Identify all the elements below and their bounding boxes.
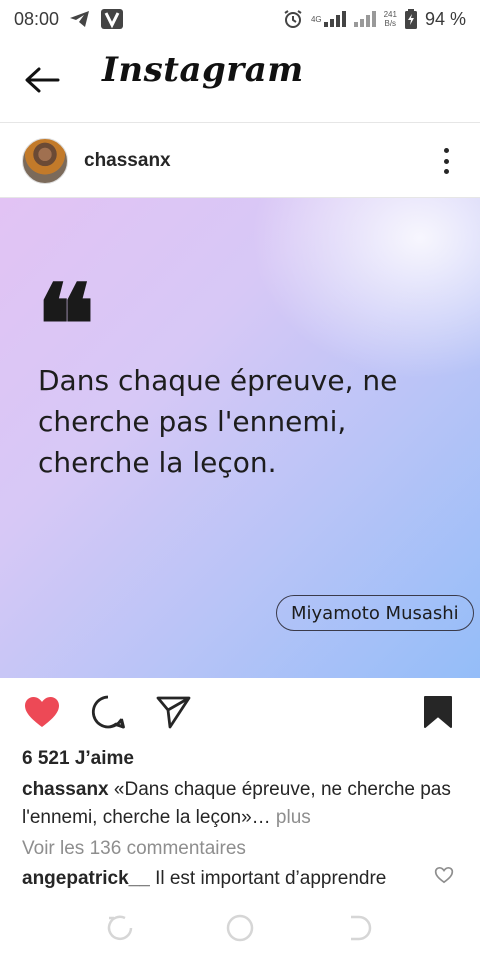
back-arrow-icon bbox=[25, 67, 60, 93]
post-actions bbox=[0, 692, 480, 732]
more-options-icon bbox=[443, 148, 449, 153]
status-bar: 08:00 4G 241 B/s 94 % bbox=[0, 0, 480, 38]
caption-username[interactable]: chassanx bbox=[22, 779, 109, 800]
comment-username[interactable]: angepatrick__ bbox=[22, 868, 150, 889]
bookmark-button[interactable] bbox=[418, 692, 458, 732]
heart-icon bbox=[25, 697, 59, 727]
instagram-logo: Instagram bbox=[102, 50, 304, 90]
comment-button[interactable] bbox=[88, 692, 128, 732]
like-button[interactable] bbox=[22, 692, 62, 732]
recent-apps-button[interactable] bbox=[104, 912, 136, 944]
post-header: chassanx bbox=[0, 136, 480, 186]
home-icon bbox=[226, 914, 254, 942]
back-button[interactable] bbox=[22, 62, 62, 98]
more-options-dot bbox=[443, 158, 449, 164]
comment-text: Il est important d’apprendre bbox=[155, 868, 387, 889]
share-button[interactable] bbox=[154, 692, 194, 732]
post-username[interactable]: chassanx bbox=[84, 150, 171, 172]
view-comments-link[interactable]: Voir les 136 commentaires bbox=[22, 838, 246, 860]
post-caption: chassanx «Dans chaque épreuve, ne cherch… bbox=[22, 776, 462, 832]
comment-like-button[interactable] bbox=[434, 866, 456, 888]
avatar[interactable] bbox=[22, 138, 68, 184]
header-divider bbox=[0, 122, 480, 123]
battery-icon bbox=[404, 9, 417, 29]
home-button[interactable] bbox=[224, 912, 256, 944]
signal-4g-icon: 4G bbox=[311, 11, 346, 27]
app-v-icon bbox=[101, 9, 124, 29]
quote-text: Dans chaque épreuve, ne cherche pas l'en… bbox=[38, 364, 398, 479]
share-icon bbox=[156, 696, 191, 729]
comment-icon bbox=[91, 695, 125, 729]
app-header: Instagram bbox=[0, 44, 480, 116]
nav-back-icon bbox=[351, 915, 372, 941]
comment-preview: angepatrick__ Il est important d’apprend… bbox=[22, 868, 422, 890]
quote-author: Miyamoto Musashi bbox=[276, 595, 474, 631]
likes-count[interactable]: 6 521 J’aime bbox=[22, 748, 134, 770]
network-speed: 241 B/s bbox=[383, 10, 397, 28]
bookmark-icon bbox=[424, 696, 452, 728]
status-time: 08:00 bbox=[14, 8, 60, 29]
small-heart-icon bbox=[434, 866, 454, 884]
caption-more-link[interactable]: plus bbox=[271, 807, 311, 828]
alarm-icon bbox=[283, 9, 303, 29]
telegram-icon bbox=[69, 10, 91, 28]
more-options-dot bbox=[443, 169, 449, 174]
signal-icon bbox=[353, 11, 376, 27]
nav-back-button[interactable] bbox=[344, 912, 376, 944]
battery-percent: 94 % bbox=[424, 8, 466, 29]
more-options-button[interactable] bbox=[436, 144, 456, 178]
system-nav-bar bbox=[0, 900, 480, 960]
post-image[interactable]: ❝ Dans chaque épreuve, ne cherche pas l'… bbox=[0, 198, 480, 678]
recent-apps-icon bbox=[107, 915, 133, 941]
